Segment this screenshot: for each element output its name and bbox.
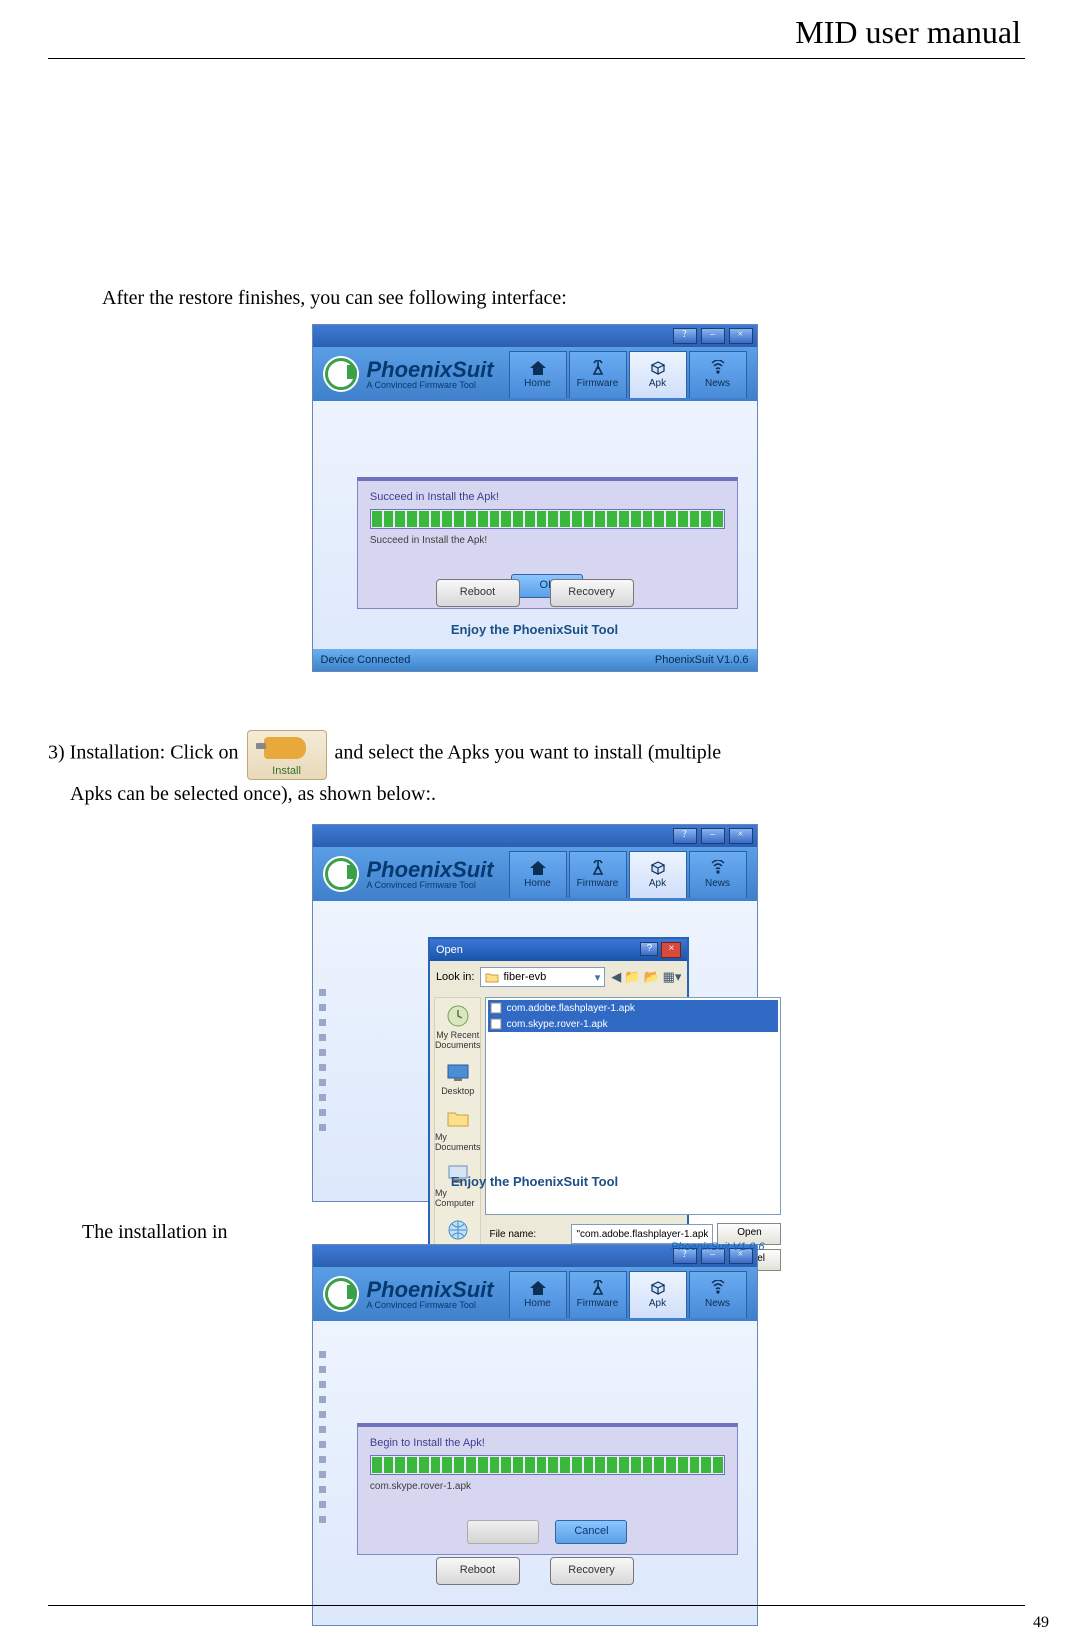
sidebar-item-desktop[interactable]: Desktop — [441, 1060, 474, 1096]
tab-apk[interactable]: Apk — [629, 351, 687, 398]
app-toolbar: PhoenixSuit A Convinced Firmware Tool Ho… — [313, 347, 757, 401]
dialog-help-button[interactable]: ? — [640, 942, 658, 956]
sidebar-item-mydocs[interactable]: My Documents — [435, 1106, 481, 1152]
new-folder-icon[interactable]: 📂 — [643, 969, 659, 985]
tab-home[interactable]: Home — [509, 351, 567, 398]
screenshot-success: ? – × PhoenixSuit A Convinced Firmware T… — [312, 324, 758, 672]
help-button[interactable]: ? — [673, 828, 697, 844]
filename-label: File name: — [489, 1229, 567, 1240]
tab-news[interactable]: News — [689, 851, 747, 898]
tab-apk[interactable]: Apk — [629, 1271, 687, 1318]
folder-icon — [485, 971, 499, 983]
reboot-button[interactable]: Reboot — [436, 579, 520, 607]
app-toolbar: PhoenixSuit A Convinced Firmware Tool Ho… — [313, 847, 757, 901]
progress-bar — [370, 1455, 725, 1475]
tab-firmware[interactable]: Firmware — [569, 1271, 627, 1318]
tab-home[interactable]: Home — [509, 851, 567, 898]
tab-news[interactable]: News — [689, 1271, 747, 1318]
status-left: Device Connected — [321, 654, 411, 666]
version-overlay: PhoenixSuit V1.0.6 — [671, 1241, 765, 1253]
app-name: PhoenixSuit — [367, 1279, 494, 1301]
dialog-close-button[interactable]: × — [661, 942, 681, 958]
install-icon[interactable]: Install — [247, 730, 327, 780]
tagline: Enjoy the PhoenixSuit Tool — [313, 622, 757, 637]
recovery-button[interactable]: Recovery — [550, 1557, 634, 1585]
dialog-toolbar-icons: ◀ 📁 📂 ▦▾ — [611, 969, 681, 985]
tab-firmware[interactable]: Firmware — [569, 851, 627, 898]
minimize-button[interactable]: – — [701, 328, 725, 344]
screenshot-installing: ? – × PhoenixSuit A Convinced Firmware T… — [312, 1244, 758, 1626]
app-toolbar: PhoenixSuit A Convinced Firmware Tool Ho… — [313, 1267, 757, 1321]
file-row[interactable]: com.adobe.flashplayer-1.apk — [488, 1000, 778, 1016]
page-header-title: MID user manual — [795, 14, 1021, 51]
text-installation: 3) Installation: Click on Install and se… — [48, 730, 1009, 808]
look-in-combo[interactable]: fiber-evb ▾ — [480, 967, 605, 987]
app-subtitle: A Convinced Firmware Tool — [367, 381, 494, 390]
header-rule — [48, 58, 1025, 59]
minimize-button[interactable]: – — [701, 828, 725, 844]
tab-firmware[interactable]: Firmware — [569, 351, 627, 398]
app-name: PhoenixSuit — [367, 359, 494, 381]
footer-rule — [48, 1605, 1025, 1606]
app-logo-icon — [323, 356, 359, 392]
screenshot-open-dialog: ? – × PhoenixSuit A Convinced Firmware T… — [312, 824, 758, 1202]
disabled-button — [467, 1520, 539, 1544]
file-icon — [490, 1002, 502, 1014]
close-button[interactable]: × — [729, 828, 753, 844]
app-name: PhoenixSuit — [367, 859, 494, 881]
app-logo-icon — [323, 856, 359, 892]
help-button[interactable]: ? — [673, 328, 697, 344]
tab-bar: Home Firmware Apk News — [509, 351, 747, 398]
up-level-icon[interactable]: 📁 — [624, 969, 640, 985]
tab-bar: Home Firmware Apk News — [509, 851, 747, 898]
sidebar-item-recent[interactable]: My Recent Documents — [435, 1004, 481, 1050]
status-right: PhoenixSuit V1.0.6 — [655, 654, 749, 666]
cancel-button[interactable]: Cancel — [555, 1520, 627, 1544]
view-menu-icon[interactable]: ▦▾ — [663, 969, 682, 985]
status-bar: Device Connected PhoenixSuit V1.0.6 — [313, 649, 757, 671]
recovery-button[interactable]: Recovery — [550, 579, 634, 607]
progress-bar — [370, 509, 725, 529]
dialog-titlebar: Open ? × — [430, 939, 688, 961]
background-markers — [319, 1351, 326, 1523]
tab-home[interactable]: Home — [509, 1271, 567, 1318]
panel-title: Begin to Install the Apk! — [370, 1437, 725, 1449]
installing-panel: Begin to Install the Apk! com.skype.rove… — [357, 1423, 738, 1555]
dialog-title: Open — [436, 944, 463, 956]
app-logo-icon — [323, 1276, 359, 1312]
text-installing: The installation in — [82, 1218, 228, 1246]
look-in-label: Look in: — [436, 971, 475, 983]
page-number: 49 — [1033, 1614, 1049, 1632]
close-button[interactable]: × — [729, 328, 753, 344]
open-file-dialog: Open ? × Look in: fiber-evb ▾ ◀ — [428, 937, 690, 1277]
file-icon — [490, 1018, 502, 1030]
panel-title: Succeed in Install the Apk! — [370, 491, 725, 503]
text-after-restore: After the restore finishes, you can see … — [102, 284, 567, 312]
reboot-button[interactable]: Reboot — [436, 1557, 520, 1585]
window-titlebar: ? – × — [313, 825, 757, 847]
file-row[interactable]: com.skype.rover-1.apk — [488, 1016, 778, 1032]
app-subtitle: A Convinced Firmware Tool — [367, 1301, 494, 1310]
dropdown-arrow-icon: ▾ — [595, 971, 601, 984]
app-subtitle: A Convinced Firmware Tool — [367, 881, 494, 890]
background-markers — [319, 989, 326, 1131]
window-titlebar: ? – × — [313, 325, 757, 347]
places-sidebar: My Recent Documents Desktop My Documents… — [434, 997, 482, 1271]
panel-message: Succeed in Install the Apk! — [370, 535, 725, 546]
back-icon[interactable]: ◀ — [611, 969, 621, 985]
panel-message: com.skype.rover-1.apk — [370, 1481, 725, 1492]
tagline: Enjoy the PhoenixSuit Tool — [313, 1174, 757, 1189]
tab-bar: Home Firmware Apk News — [509, 1271, 747, 1318]
tab-apk[interactable]: Apk — [629, 851, 687, 898]
tab-news[interactable]: News — [689, 351, 747, 398]
